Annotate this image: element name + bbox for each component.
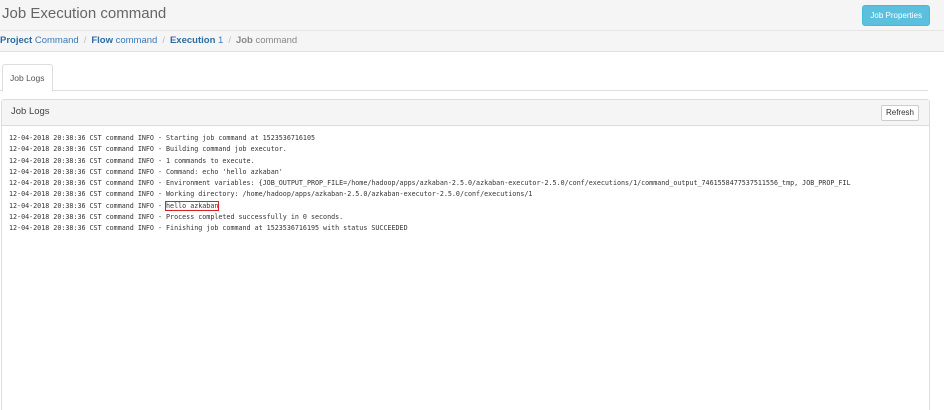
log-line-prefix: 12-04-2018 20:38:36 CST command INFO - bbox=[9, 167, 167, 176]
panel-title: Job Logs bbox=[11, 106, 50, 117]
log-line-prefix: 12-04-2018 20:38:36 CST command INFO - bbox=[9, 190, 167, 199]
breadcrumb: Project Command / Flow command / Execution 1… bbox=[0, 31, 944, 52]
breadcrumb-flow-name: command bbox=[112, 35, 158, 46]
log-output: 12-04-2018 20:38:36 CST command INFO - S… bbox=[9, 133, 929, 410]
log-line-prefix: 12-04-2018 20:38:36 CST command INFO - bbox=[9, 224, 167, 233]
log-line-prefix: 12-04-2018 20:38:36 CST command INFO - bbox=[9, 156, 167, 165]
breadcrumb-execution-label: Execution bbox=[169, 35, 216, 46]
page: Job Execution command Job Properties Pro… bbox=[0, 0, 944, 410]
log-line: 12-04-2018 20:38:36 CST command INFO - C… bbox=[9, 167, 929, 178]
log-line: 12-04-2018 20:38:36 CST command INFO - 1… bbox=[9, 156, 929, 167]
log-line-prefix: 12-04-2018 20:38:36 CST command INFO - bbox=[9, 179, 167, 188]
refresh-button[interactable]: Refresh bbox=[880, 105, 919, 121]
log-line-message: Command: echo 'hello azkaban' bbox=[166, 167, 283, 176]
job-properties-button[interactable]: Job Properties bbox=[862, 5, 930, 26]
log-line: 12-04-2018 20:38:36 CST command INFO - E… bbox=[9, 178, 929, 189]
tab-bar: Job Logs bbox=[0, 64, 928, 92]
panel-heading: Job Logs Refresh bbox=[2, 100, 929, 126]
breadcrumb-job-current: Job command bbox=[236, 31, 297, 51]
breadcrumb-project-label: Project bbox=[0, 35, 33, 46]
log-line: 12-04-2018 20:38:36 CST command INFO - P… bbox=[9, 212, 929, 223]
page-title: Job Execution command bbox=[2, 5, 167, 22]
breadcrumb-project-name: Command bbox=[32, 35, 79, 46]
job-logs-panel: Job Logs Refresh 12-04-2018 20:38:36 CST… bbox=[1, 99, 930, 410]
log-line: 12-04-2018 20:38:36 CST command INFO - h… bbox=[9, 200, 929, 212]
breadcrumb-separator: / bbox=[83, 35, 87, 46]
log-line-prefix: 12-04-2018 20:38:36 CST command INFO - bbox=[9, 201, 167, 210]
breadcrumb-separator: / bbox=[228, 35, 231, 46]
breadcrumb-execution-link[interactable]: Execution 1 bbox=[170, 31, 223, 51]
highlighted-log-message: hello azkaban bbox=[165, 200, 220, 211]
page-header: Job Execution command Job Properties bbox=[0, 0, 944, 31]
log-line-message: Starting job command at 1523536716105 bbox=[166, 134, 316, 142]
log-line: 12-04-2018 20:38:36 CST command INFO - S… bbox=[9, 133, 929, 144]
log-line-prefix: 12-04-2018 20:38:36 CST command INFO - bbox=[9, 134, 167, 142]
breadcrumb-project-link[interactable]: Project Command bbox=[0, 31, 79, 51]
breadcrumb-flow-label: Flow bbox=[91, 35, 113, 46]
log-line-message: Building command job executor. bbox=[166, 145, 287, 154]
log-line-message: 1 commands to execute. bbox=[166, 156, 255, 165]
log-line: 12-04-2018 20:38:36 CST command INFO - B… bbox=[9, 144, 929, 155]
log-line-message: Environment variables: {JOB_OUTPUT_PROP_… bbox=[166, 179, 851, 188]
tab-job-logs[interactable]: Job Logs bbox=[2, 64, 53, 92]
breadcrumb-job-label: Job bbox=[235, 35, 253, 46]
log-line-message: Finishing job command at 1523536716195 w… bbox=[166, 224, 408, 233]
breadcrumb-job-name: command bbox=[252, 35, 298, 46]
breadcrumb-execution-id: 1 bbox=[215, 35, 224, 46]
log-line: 12-04-2018 20:38:36 CST command INFO - W… bbox=[9, 189, 929, 200]
log-line-prefix: 12-04-2018 20:38:36 CST command INFO - bbox=[9, 145, 167, 154]
log-line: 12-04-2018 20:38:36 CST command INFO - F… bbox=[9, 223, 929, 234]
log-line-message: Process completed successfully in 0 seco… bbox=[166, 213, 344, 222]
log-line-prefix: 12-04-2018 20:38:36 CST command INFO - bbox=[9, 213, 167, 222]
log-line-message: Working directory: /home/hadoop/apps/azk… bbox=[166, 190, 533, 199]
breadcrumb-separator: / bbox=[162, 35, 165, 46]
breadcrumb-flow-link[interactable]: Flow command bbox=[91, 31, 157, 51]
